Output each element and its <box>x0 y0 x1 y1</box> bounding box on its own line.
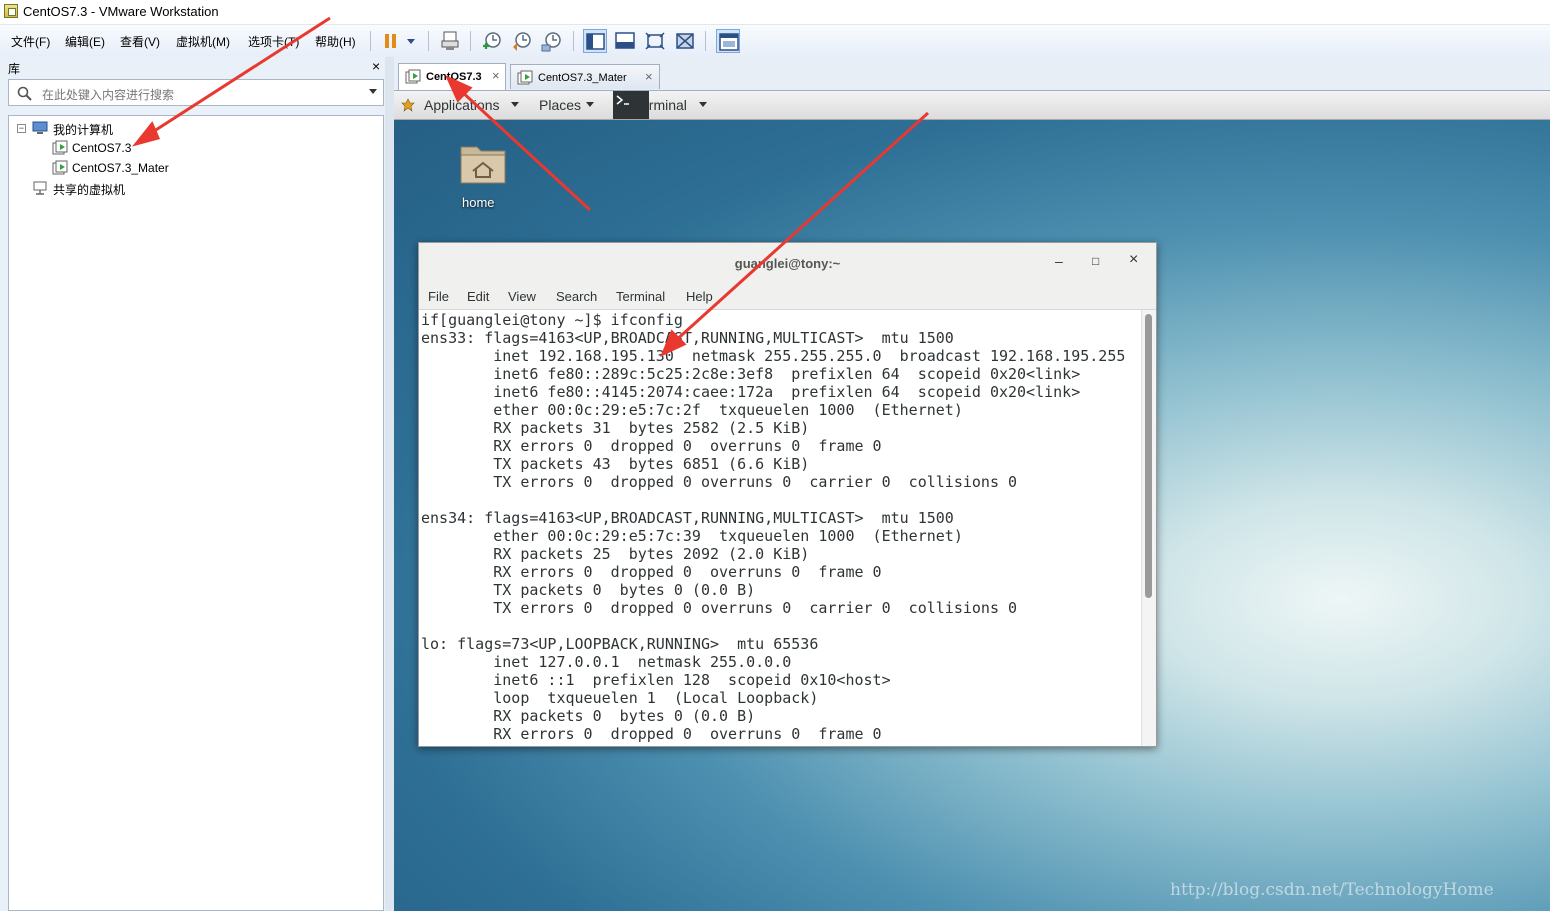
home-folder-label[interactable]: home <box>462 195 495 210</box>
search-icon <box>17 86 33 105</box>
tab-centos73-mater[interactable]: CentOS7.3_Mater × <box>510 64 660 89</box>
terminal-scrollbar[interactable] <box>1141 310 1156 746</box>
toolbar-separator <box>705 31 706 51</box>
vm-running-icon <box>52 160 68 176</box>
library-title: 库 <box>8 62 21 76</box>
chevron-down-icon <box>699 102 707 107</box>
tab-label: CentOS7.3_Mater <box>538 72 627 84</box>
library-close-icon[interactable]: × <box>372 58 380 74</box>
terminal-menu-edit[interactable]: Edit <box>467 289 489 304</box>
menu-toolbar: 文件(F) 编辑(E) 查看(V) 虚拟机(M) 选项卡(T) 帮助(H) <box>0 25 1550 58</box>
toolbar-separator <box>428 31 429 51</box>
search-placeholder: 在此处键入内容进行搜索 <box>42 88 175 102</box>
menu-tabs[interactable]: 选项卡(T) <box>248 33 299 50</box>
terminal-title: guanglei@tony:~ <box>734 256 841 271</box>
pause-icon[interactable] <box>379 29 403 53</box>
library-search-input[interactable]: 在此处键入内容进行搜索 <box>8 79 384 106</box>
library-panel: 库 × 在此处键入内容进行搜索 − 我的计算机 CentOS7.3 CentOS <box>0 57 393 911</box>
toolbar-separator <box>470 31 471 51</box>
close-button[interactable]: × <box>1129 251 1138 269</box>
computer-icon <box>32 120 48 136</box>
menu-view[interactable]: 查看(V) <box>120 33 160 50</box>
terminal-menu-help[interactable]: Help <box>686 289 713 304</box>
console-view-icon[interactable] <box>613 29 637 53</box>
library-header: 库 × <box>0 57 393 77</box>
terminal-output-area[interactable]: if[guanglei@tony ~]$ ifconfig ens33: fla… <box>419 310 1141 746</box>
send-ctrl-alt-del-icon[interactable] <box>438 29 462 53</box>
watermark-text: http://blog.csdn.net/TechnologyHome <box>1170 880 1494 900</box>
tree-label-shared-vms: 共享的虚拟机 <box>53 183 126 197</box>
vm-running-icon <box>517 70 533 89</box>
tab-centos73[interactable]: CentOS7.3 × <box>398 63 506 90</box>
tab-label: CentOS7.3 <box>426 71 482 83</box>
tree-item-centos73[interactable]: CentOS7.3 <box>9 138 379 158</box>
tree-label-centos73: CentOS7.3 <box>72 141 132 155</box>
chevron-down-icon <box>511 102 519 107</box>
tree-item-my-computer[interactable]: − 我的计算机 <box>9 118 379 138</box>
power-dropdown-icon[interactable] <box>401 29 425 53</box>
applications-menu[interactable]: Applications <box>424 97 500 113</box>
fullscreen-icon[interactable] <box>643 29 667 53</box>
snapshot-manager-icon[interactable] <box>540 29 564 53</box>
terminal-window: guanglei@tony:~ – □ × File Edit View Sea… <box>418 242 1157 747</box>
applications-icon <box>401 98 415 115</box>
menu-file[interactable]: 文件(F) <box>11 33 50 50</box>
places-menu[interactable]: Places <box>539 97 581 113</box>
scrollbar-thumb[interactable] <box>1145 314 1152 598</box>
vm-running-icon <box>52 140 68 156</box>
tree-collapse-icon[interactable]: − <box>17 124 26 133</box>
tree-item-shared-vms[interactable]: 共享的虚拟机 <box>9 178 379 198</box>
window-titlebar: CentOS7.3 - VMware Workstation <box>0 0 1550 25</box>
maximize-button[interactable]: □ <box>1092 254 1099 268</box>
vm-tab-strip: CentOS7.3 × CentOS7.3_Mater × <box>394 57 1550 91</box>
terminal-menu-view[interactable]: View <box>508 289 536 304</box>
terminal-titlebar[interactable]: guanglei@tony:~ – □ × <box>419 243 1156 281</box>
terminal-menu-file[interactable]: File <box>428 289 449 304</box>
vm-running-icon <box>405 69 421 88</box>
minimize-button[interactable]: – <box>1055 253 1063 269</box>
snapshot-revert-icon[interactable] <box>510 29 534 53</box>
terminal-menu-terminal[interactable]: Terminal <box>616 289 665 304</box>
library-view-icon[interactable] <box>583 29 607 53</box>
menu-help[interactable]: 帮助(H) <box>315 33 356 50</box>
tree-label-centos73-mater: CentOS7.3_Mater <box>72 161 169 175</box>
window-title: CentOS7.3 - VMware Workstation <box>23 4 219 19</box>
gnome-top-bar: Applications Places Terminal <box>394 91 1550 120</box>
guest-desktop[interactable]: Applications Places Terminal home guangl… <box>394 91 1550 911</box>
terminal-menu[interactable]: Terminal <box>634 97 687 113</box>
library-tree: − 我的计算机 CentOS7.3 CentOS7.3_Mater 共享的虚拟机 <box>8 115 384 911</box>
panel-splitter[interactable] <box>385 57 394 911</box>
toolbar-separator <box>370 31 371 51</box>
snapshot-take-icon[interactable] <box>480 29 504 53</box>
terminal-menubar: File Edit View Search Terminal Help <box>419 281 1156 310</box>
vmware-app-icon <box>4 4 18 18</box>
terminal-output: if[guanglei@tony ~]$ ifconfig ens33: fla… <box>421 311 1126 743</box>
menu-edit[interactable]: 编辑(E) <box>65 33 105 50</box>
thumbnail-view-icon[interactable] <box>716 29 740 53</box>
terminal-menu-search[interactable]: Search <box>556 289 597 304</box>
menu-vm[interactable]: 虚拟机(M) <box>176 33 230 50</box>
search-dropdown-icon[interactable] <box>369 89 377 94</box>
tree-item-centos73-mater[interactable]: CentOS7.3_Mater <box>9 158 379 178</box>
home-folder-icon[interactable] <box>459 141 507 185</box>
toolbar-separator <box>573 31 574 51</box>
tree-label-my-computer: 我的计算机 <box>53 123 114 137</box>
unity-icon[interactable] <box>673 29 697 53</box>
tab-close-icon[interactable]: × <box>492 68 500 83</box>
tab-close-icon[interactable]: × <box>645 69 653 84</box>
shared-vms-icon <box>32 180 48 196</box>
chevron-down-icon <box>586 102 594 107</box>
